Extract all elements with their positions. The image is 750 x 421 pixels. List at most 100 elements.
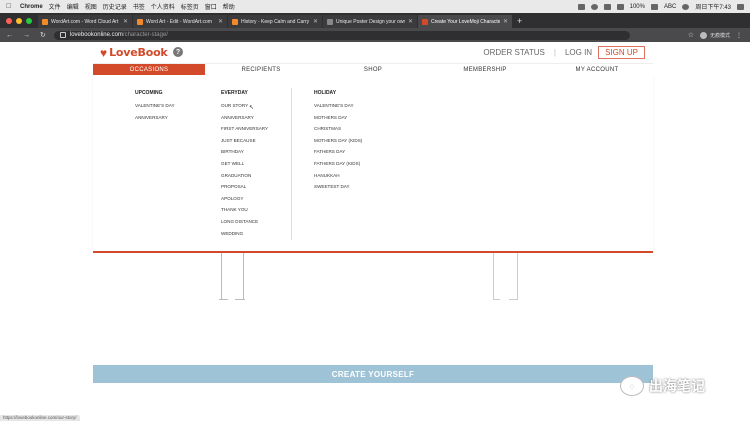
wechat-icon[interactable]	[577, 3, 585, 10]
holiday-column: HOLIDAY VALENTINE'S DAY MOTHERS DAY CHRI…	[314, 90, 362, 195]
clock[interactable]: 周日下午7:43	[695, 2, 731, 11]
order-status-link[interactable]: ORDER STATUS	[483, 48, 544, 57]
menu-file[interactable]: 文件	[49, 2, 61, 11]
minimize-window-icon[interactable]	[16, 18, 22, 24]
tab-favicon-icon	[42, 18, 48, 25]
tab-title: Word Art - Edit - WordArt.com	[146, 18, 212, 25]
menu-app[interactable]: Chrome	[20, 4, 43, 10]
menu-link-first-anniversary[interactable]: FIRST ANNIVERSARY	[221, 125, 268, 137]
menu-help[interactable]: 帮助	[223, 2, 235, 11]
menu-link-mothers-day[interactable]: MOTHERS DAY	[314, 114, 362, 126]
header-links: ORDER STATUS | LOG IN SIGN UP	[483, 46, 645, 59]
tab-title: Unique Poster Design your own	[336, 18, 405, 25]
back-icon[interactable]: ←	[6, 32, 13, 39]
tab-close-icon[interactable]: ✕	[503, 18, 508, 25]
menu-window[interactable]: 窗口	[205, 2, 217, 11]
tab-title: History - Keep Calm and Carry	[241, 18, 310, 25]
logo-text: LoveBook	[109, 46, 168, 59]
help-icon[interactable]: ?	[173, 47, 183, 57]
battery-icon[interactable]	[650, 3, 658, 10]
browser-tab[interactable]: Word Art - Edit - WordArt.com ✕	[133, 15, 227, 28]
volume-icon[interactable]	[616, 3, 624, 10]
menu-link-fathers-day[interactable]: FATHERS DAY	[314, 148, 362, 160]
menu-link-apology[interactable]: APOLOGY	[221, 195, 268, 207]
mouse-cursor-icon: ↖	[249, 105, 255, 111]
menu-link-birthday[interactable]: BIRTHDAY	[221, 148, 268, 160]
menu-link-get-well[interactable]: GET WELL	[221, 160, 268, 172]
menu-history[interactable]: 历史记录	[103, 2, 127, 11]
login-link[interactable]: LOG IN	[565, 48, 592, 57]
bookmark-star-icon[interactable]: ☆	[688, 31, 694, 39]
control-center-icon[interactable]	[737, 3, 744, 10]
wechat-logo-icon: ◌	[620, 376, 644, 396]
menu-link-mothers-day-kids[interactable]: MOTHERS DAY (KIDS)	[314, 137, 362, 149]
reload-icon[interactable]: ↻	[40, 31, 46, 39]
battery-percent: 100%	[629, 3, 645, 10]
close-window-icon[interactable]	[6, 18, 12, 24]
browser-tab[interactable]: WordArt.com - Word Cloud Art ✕	[38, 15, 132, 28]
menu-link-upcoming-anniversary[interactable]: ANNIVERSARY	[135, 114, 175, 126]
menu-link-anniversary[interactable]: ANNIVERSARY	[221, 114, 268, 126]
new-tab-icon[interactable]: +	[517, 16, 522, 26]
browser-menu-icon[interactable]: ⋮	[736, 32, 742, 39]
menu-view[interactable]: 视图	[85, 2, 97, 11]
watermark-text: 出海笔记	[649, 378, 705, 394]
forward-icon[interactable]: →	[23, 32, 30, 39]
tab-close-icon[interactable]: ✕	[313, 18, 318, 25]
url-input[interactable]: lovebookonline.com /character-stage/	[53, 30, 630, 40]
menu-profile[interactable]: 个人资料	[151, 2, 175, 11]
search-icon[interactable]	[682, 3, 690, 10]
character-figure-right[interactable]	[489, 253, 525, 303]
menu-link-graduation[interactable]: GRADUATION	[221, 172, 268, 184]
menu-link-upcoming-valentines[interactable]: VALENTINE'S DAY	[135, 102, 175, 114]
notification-icon[interactable]	[590, 3, 598, 10]
menu-edit[interactable]: 编辑	[67, 2, 79, 11]
browser-tab[interactable]: History - Keep Calm and Carry ✕	[228, 15, 322, 28]
menu-link-fathers-day-kids[interactable]: FATHERS DAY (KIDS)	[314, 160, 362, 172]
tab-title: Create Your LoveMoji Character	[431, 18, 500, 25]
menu-link-just-because[interactable]: JUST BECAUSE	[221, 137, 268, 149]
signup-button[interactable]: SIGN UP	[598, 46, 645, 59]
everyday-heading: EVERYDAY	[221, 90, 248, 96]
menu-link-christmas[interactable]: CHRISTMAS	[314, 125, 362, 137]
menu-link-our-story[interactable]: OUR STORY	[221, 102, 268, 114]
tab-favicon-icon	[137, 18, 143, 25]
column-divider	[291, 88, 292, 240]
menu-link-sweetest-day[interactable]: SWEETEST DAY	[314, 183, 362, 195]
menu-link-thank-you[interactable]: THANK YOU	[221, 206, 268, 218]
apple-icon[interactable]: 	[6, 3, 16, 10]
header-divider: |	[553, 48, 556, 57]
input-source[interactable]: ABC	[664, 4, 676, 10]
heart-logo-icon: ♥	[100, 45, 108, 60]
upcoming-column: UPCOMING VALENTINE'S DAY ANNIVERSARY	[135, 90, 175, 125]
profile-label: 无痕模式	[709, 32, 730, 39]
browser-tab[interactable]: Unique Poster Design your own ✕	[323, 15, 417, 28]
menu-link-valentines[interactable]: VALENTINE'S DAY	[314, 102, 362, 114]
site-header: ♥ LoveBook ? ORDER STATUS | LOG IN SIGN …	[93, 43, 653, 63]
character-figure-left[interactable]	[217, 253, 249, 303]
tab-favicon-icon	[422, 18, 428, 25]
tab-close-icon[interactable]: ✕	[218, 18, 223, 25]
browser-tab-active[interactable]: Create Your LoveMoji Character ✕	[418, 15, 512, 28]
character-stage	[93, 253, 653, 308]
menu-link-hanukkah[interactable]: HANUKKAH	[314, 172, 362, 184]
wifi-icon[interactable]	[603, 3, 611, 10]
create-yourself-button[interactable]: CREATE YOURSELF	[93, 365, 653, 383]
zoom-window-icon[interactable]	[26, 18, 32, 24]
window-controls	[6, 18, 32, 24]
menu-link-wedding[interactable]: WEDDING	[221, 230, 268, 242]
url-domain: lovebookonline.com	[69, 32, 123, 38]
tab-favicon-icon	[327, 18, 333, 25]
menu-status-area: 100% ABC 周日下午7:43	[577, 2, 744, 11]
menu-bookmarks[interactable]: 书签	[133, 2, 145, 11]
profile-button[interactable]: 无痕模式	[699, 31, 730, 39]
menu-tabs[interactable]: 标签页	[181, 2, 199, 11]
status-url: https://lovebookonline.com/our-story/	[0, 415, 80, 421]
site-logo[interactable]: ♥ LoveBook	[100, 46, 168, 59]
menu-link-long-distance[interactable]: LONG DISTANCE	[221, 218, 268, 230]
address-bar-row: ← → ↻ lovebookonline.com /character-stag…	[0, 28, 750, 42]
tab-close-icon[interactable]: ✕	[408, 18, 413, 25]
tab-close-icon[interactable]: ✕	[123, 18, 128, 25]
lock-icon[interactable]	[59, 32, 66, 38]
menu-link-proposal[interactable]: PROPOSAL	[221, 183, 268, 195]
